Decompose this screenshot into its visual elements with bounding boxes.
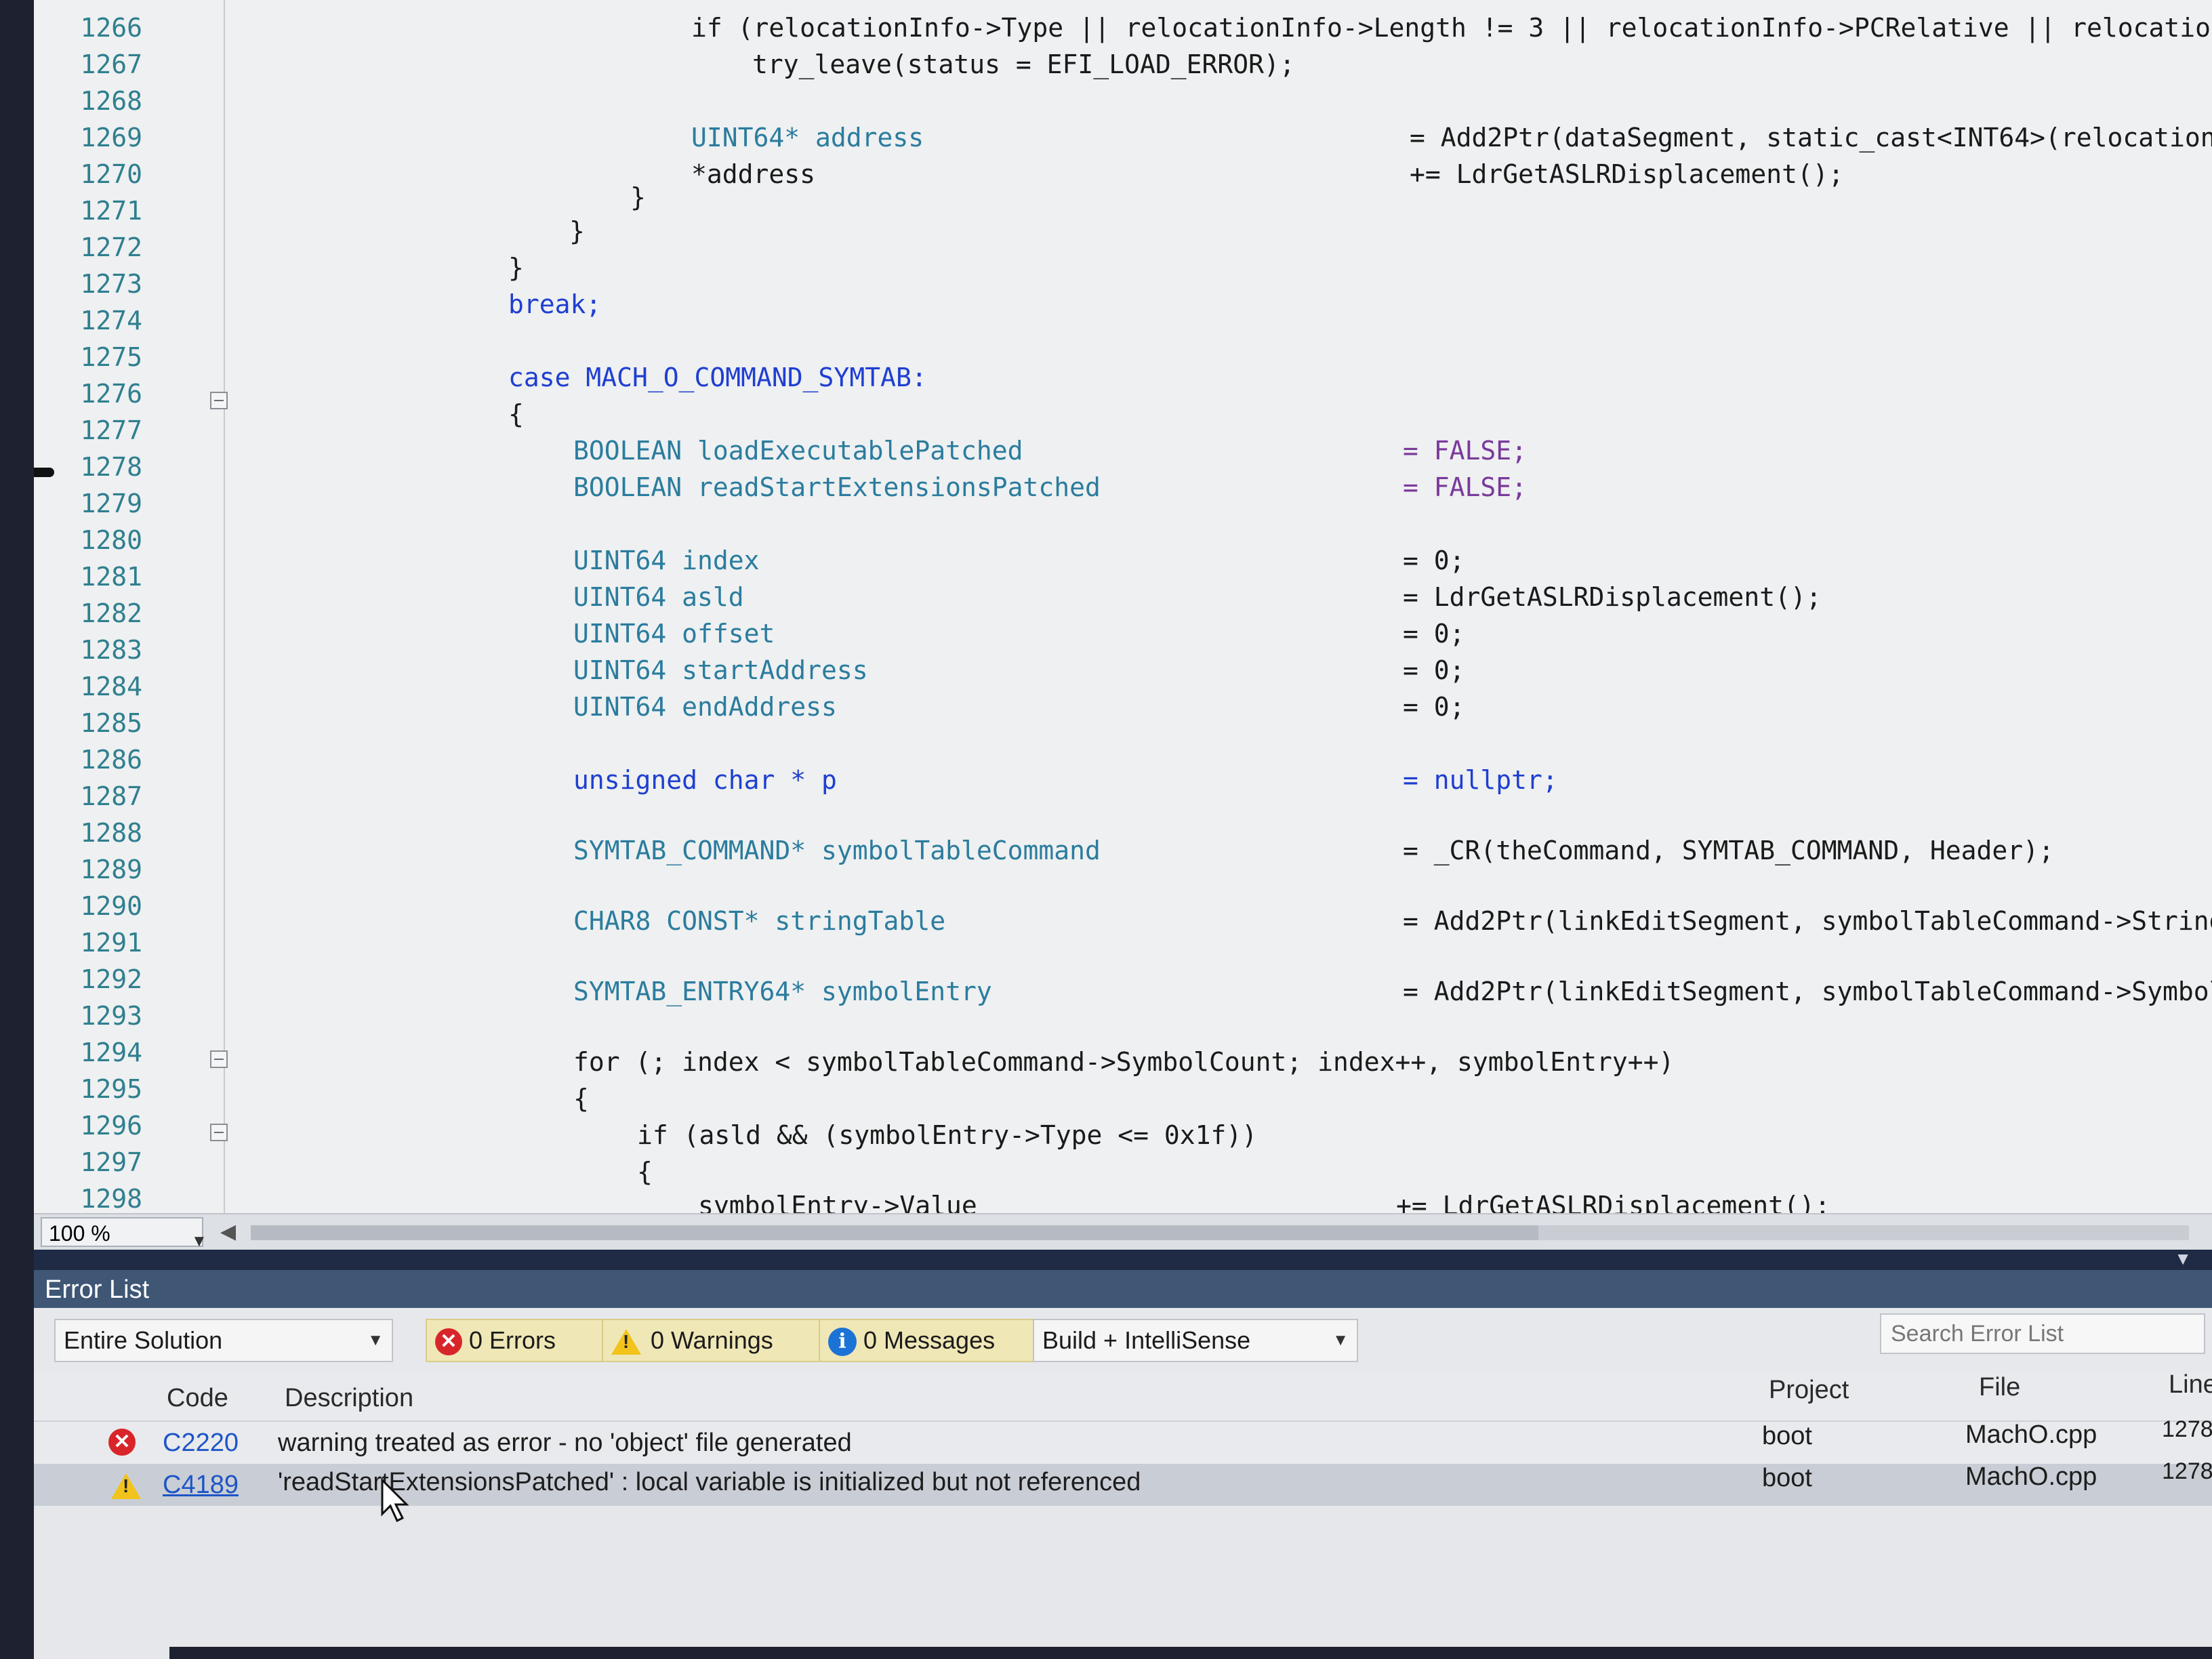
code-line: break; xyxy=(508,289,602,319)
error-icon: ✕ xyxy=(435,1328,462,1356)
panel-title: Error List xyxy=(45,1275,150,1304)
code-editor[interactable]: 1266 1267 1268 1269 1270 1271 1272 1273 … xyxy=(34,0,2212,1213)
chevron-down-icon: ▼ xyxy=(1332,1331,1349,1349)
warning-icon xyxy=(111,1473,141,1499)
warning-line: 1278 xyxy=(2162,1458,2212,1484)
warnings-filter-button[interactable]: 0 Warnings xyxy=(602,1319,838,1362)
code-line: = 0; xyxy=(1403,619,1465,649)
table-row[interactable]: C4189 'readStartExtensionsPatched' : loc… xyxy=(34,1458,2212,1506)
errors-count: 0 Errors xyxy=(469,1326,556,1354)
scroll-left-icon[interactable]: ◀ xyxy=(220,1220,236,1244)
error-code[interactable]: C2220 xyxy=(163,1429,239,1458)
column-header-file[interactable]: File xyxy=(1979,1373,2020,1402)
chevron-down-icon[interactable]: ▼ xyxy=(2174,1248,2192,1269)
column-header-project[interactable]: Project xyxy=(1769,1376,1849,1405)
scrollbar-thumb[interactable] xyxy=(251,1225,1538,1240)
code-line: CHAR8 CONST* stringTable xyxy=(573,906,946,936)
code-line: += LdrGetASLRDisplacement(); xyxy=(1396,1191,1830,1213)
code-line: for (; index < symbolTableCommand->Symbo… xyxy=(573,1047,1675,1077)
code-line: UINT64* address xyxy=(691,123,924,152)
code-line: BOOLEAN loadExecutablePatched xyxy=(573,436,1023,466)
table-row[interactable]: ✕ C2220 warning treated as error - no 'o… xyxy=(34,1416,2212,1464)
error-line: 1278 xyxy=(2162,1416,2212,1442)
code-line: } xyxy=(569,216,585,246)
messages-count: 0 Messages xyxy=(863,1326,996,1354)
code-line: if (asld && (symbolEntry->Type <= 0x1f)) xyxy=(637,1120,1258,1150)
code-line: { xyxy=(573,1084,589,1113)
error-description: warning treated as error - no 'object' f… xyxy=(278,1429,852,1457)
messages-filter-button[interactable]: i0 Messages xyxy=(819,1319,1049,1362)
code-line: BOOLEAN readStartExtensionsPatched xyxy=(573,472,1101,502)
code-line: = 0; xyxy=(1403,655,1465,685)
code-line: = FALSE; xyxy=(1403,436,1528,466)
code-line: = 0; xyxy=(1403,692,1465,722)
warnings-count: 0 Warnings xyxy=(651,1326,773,1354)
code-line: case MACH_O_COMMAND_SYMTAB: xyxy=(508,363,927,392)
code-line: { xyxy=(508,399,524,429)
zoom-dropdown[interactable]: 100 % ▼ xyxy=(41,1217,207,1250)
code-line: try_leave(status = EFI_LOAD_ERROR); xyxy=(752,49,1295,79)
search-input[interactable]: Search Error List xyxy=(1880,1313,2205,1354)
info-icon: i xyxy=(828,1328,857,1357)
warning-file: MachO.cpp xyxy=(1965,1462,2097,1491)
code-line: SYMTAB_COMMAND* symbolTableCommand xyxy=(573,836,1101,865)
zoom-level: 100 % xyxy=(49,1221,110,1246)
code-line: UINT64 offset xyxy=(573,619,775,649)
error-project: boot xyxy=(1762,1422,1812,1450)
code-line: SYMTAB_ENTRY64* symbolEntry xyxy=(573,977,992,1006)
panel-splitter[interactable]: ▼ xyxy=(34,1248,2212,1270)
error-list-title-bar: Error List xyxy=(34,1270,2212,1308)
column-header-code[interactable]: Code xyxy=(167,1384,228,1413)
code-line: = nullptr; xyxy=(1403,765,1558,795)
error-icon: ✕ xyxy=(108,1429,136,1456)
code-line: = Add2Ptr(dataSegment, static_cast<INT64… xyxy=(1410,123,2212,152)
code-line: = Add2Ptr(linkEditSegment, symbolTableCo… xyxy=(1403,977,2212,1006)
source-filter-value: Build + IntelliSense xyxy=(1042,1326,1251,1354)
code-line: *address xyxy=(691,159,816,189)
code-line: { xyxy=(637,1157,653,1187)
scope-dropdown[interactable]: Entire Solution ▼ xyxy=(54,1319,393,1362)
window-bottom-border xyxy=(169,1647,2212,1659)
code-line: unsigned char * p xyxy=(573,765,837,795)
code-line: = LdrGetASLRDisplacement(); xyxy=(1403,582,1822,612)
column-header-line[interactable]: Line xyxy=(2169,1370,2212,1399)
code-line: UINT64 index xyxy=(573,546,760,575)
code-line: = Add2Ptr(linkEditSegment, symbolTableCo… xyxy=(1403,906,2212,936)
warning-project: boot xyxy=(1762,1464,1812,1492)
code-line: = FALSE; xyxy=(1403,472,1528,502)
code-line: = _CR(theCommand, SYMTAB_COMMAND, Header… xyxy=(1403,836,2054,865)
error-list-header: Code Description Project File Line xyxy=(34,1370,2212,1422)
code-line: UINT64 asld xyxy=(573,582,744,612)
code-line: UINT64 startAddress xyxy=(573,655,868,685)
error-file: MachO.cpp xyxy=(1965,1420,2097,1449)
warning-icon xyxy=(611,1329,641,1355)
code-text[interactable]: if (relocationInfo->Type || relocationIn… xyxy=(34,9,2212,1213)
code-line: symbolEntry->Value xyxy=(698,1191,977,1213)
error-list-panel: ▼ Error List Entire Solution ▼ ✕ 0 Errors… xyxy=(34,1248,2212,1659)
mouse-cursor-icon xyxy=(381,1477,409,1523)
scope-value: Entire Solution xyxy=(64,1326,223,1354)
chevron-down-icon: ▼ xyxy=(367,1331,384,1349)
window-left-border xyxy=(0,0,34,1659)
error-list-toolbar: Entire Solution ▼ ✕0 Errors 0 Warnings i… xyxy=(34,1308,2212,1373)
warning-code-link[interactable]: C4189 xyxy=(163,1471,239,1500)
code-line: = 0; xyxy=(1403,546,1465,575)
code-line: UINT64 endAddress xyxy=(573,692,837,722)
errors-filter-button[interactable]: ✕ 0 Errors xyxy=(426,1319,611,1362)
column-header-description[interactable]: Description xyxy=(285,1384,413,1413)
source-filter-dropdown[interactable]: Build + IntelliSense ▼ xyxy=(1033,1319,1358,1362)
code-line: if (relocationInfo->Type || relocationIn… xyxy=(691,13,2212,43)
code-line: } xyxy=(630,182,646,212)
code-line: += LdrGetASLRDisplacement(); xyxy=(1410,159,1844,189)
editor-status-strip: 100 % ▼ ◀ xyxy=(34,1213,2212,1251)
code-line: } xyxy=(508,253,524,283)
